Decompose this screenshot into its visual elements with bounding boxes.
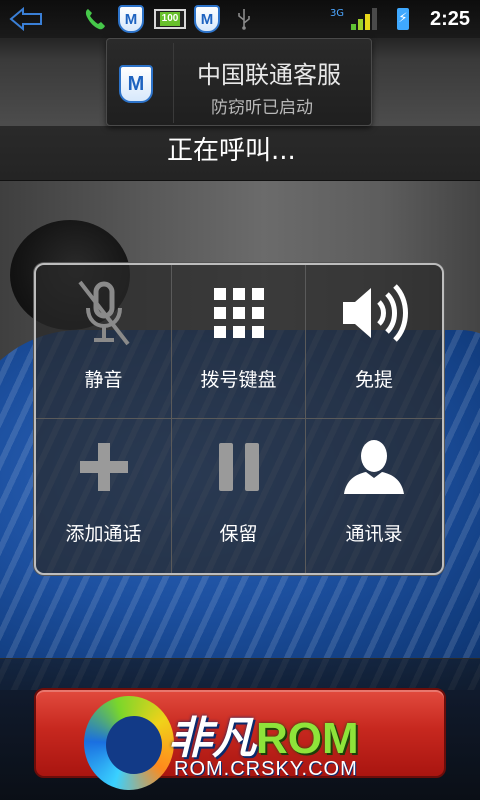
dialpad-button[interactable]: 拨号键盘 [172, 265, 306, 419]
control-label: 通讯录 [345, 523, 403, 545]
security-toast: M 中国联通客服 防窃听已启动 [106, 38, 372, 126]
security-shield-icon: M [192, 0, 222, 38]
battery-icon: 100 [150, 0, 190, 38]
control-label: 拨号键盘 [200, 369, 277, 391]
toast-divider [173, 43, 174, 123]
watermark-ring-icon [84, 696, 174, 790]
status-time: 2:25 [429, 7, 471, 30]
back-icon[interactable] [6, 0, 46, 38]
charging-icon: ⚡ [392, 0, 414, 38]
control-label: 静音 [84, 369, 123, 391]
control-label: 免提 [354, 369, 393, 391]
toast-subtitle: 防窃听已启动 [211, 98, 313, 118]
watermark-url: ROM.CRSKY.COM [174, 758, 358, 780]
hold-pause-icon [172, 419, 305, 515]
dialpad-icon [172, 265, 305, 361]
mute-microphone-icon [36, 265, 171, 361]
status-bar: M 100 M 3G ⚡ 2:25 [0, 0, 480, 38]
security-shield-icon: M [116, 0, 146, 38]
speaker-icon [306, 265, 442, 361]
contacts-icon [306, 419, 442, 515]
hold-button[interactable]: 保留 [172, 419, 306, 573]
incall-screen: M 100 M 3G ⚡ 2:25 M 中国联通客服 防窃听已启动 正在呼叫..… [0, 0, 480, 800]
add-call-button[interactable]: 添加通话 [36, 419, 172, 573]
usb-icon [232, 0, 256, 38]
watermark-brand: 非凡ROM [168, 714, 359, 763]
signal-icon [350, 0, 378, 38]
call-state-text: 正在呼叫... [167, 136, 296, 166]
battery-level: 100 [159, 12, 181, 26]
security-shield-icon: M [119, 65, 153, 103]
call-state-bar: 正在呼叫... [0, 126, 480, 181]
control-label: 保留 [219, 523, 258, 545]
contacts-button[interactable]: 通讯录 [306, 419, 442, 573]
control-label: 添加通话 [65, 523, 142, 545]
toast-title: 中国联通客服 [197, 61, 341, 89]
speaker-button[interactable]: 免提 [306, 265, 442, 419]
mute-button[interactable]: 静音 [36, 265, 172, 419]
incall-controls-grid: 静音 拨号键盘 免提 添加通话 保留 通讯录 [34, 263, 444, 575]
add-call-icon [36, 419, 171, 515]
watermark-logo: 非凡ROM ROM.CRSKY.COM [78, 694, 408, 794]
phone-call-icon [78, 0, 112, 38]
